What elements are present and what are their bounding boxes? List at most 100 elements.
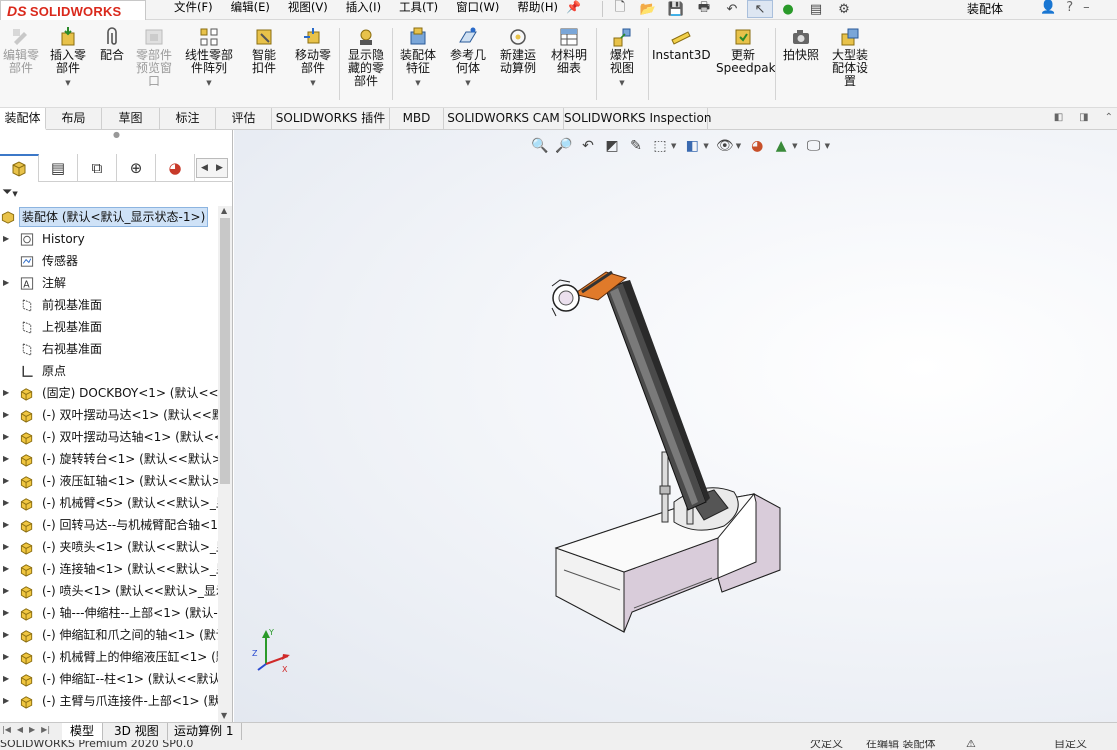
menu-tools[interactable]: 工具(T) — [390, 0, 447, 20]
expand-arrow-icon[interactable]: ▶ — [3, 580, 9, 602]
tree-node[interactable]: ▶ (-) 伸缩缸和爪之间的轴<1> (默认 — [0, 624, 218, 646]
last-tab-icon[interactable]: ▶| — [41, 725, 50, 734]
tree-node[interactable]: ▶ (-) 机械臂<5> (默认<<默认>_显 — [0, 492, 218, 514]
expand-arrow-icon[interactable]: ▶ — [3, 690, 9, 712]
expand-arrow-icon[interactable]: ▶ — [3, 272, 9, 294]
update-speedpak-button[interactable]: 更新Speedpak — [715, 26, 776, 75]
expand-arrow-icon[interactable]: ▶ — [3, 448, 9, 470]
tree-node[interactable]: 上视基准面 — [0, 316, 218, 338]
tree-node[interactable]: 前视基准面 — [0, 294, 218, 316]
tree-root-assembly[interactable]: 装配体 (默认<默认_显示状态-1>) — [0, 206, 218, 228]
expand-arrow-icon[interactable]: ▶ — [3, 602, 9, 624]
tab-3d-views[interactable]: 3D 视图 — [106, 723, 168, 741]
expand-arrow-icon[interactable]: ▶ — [3, 228, 9, 250]
tree-node[interactable]: ▶ (-) 旋转转台<1> (默认<<默认>_ — [0, 448, 218, 470]
manager-tab-scroll[interactable]: ◀ ▶ — [196, 158, 228, 178]
help-icon[interactable]: ? — [1066, 0, 1073, 15]
user-account-icon[interactable]: 👤 — [1040, 0, 1056, 15]
rebuild-traffic-light-icon[interactable]: ● — [775, 0, 801, 18]
new-document-icon[interactable]: 🗋 — [607, 0, 633, 18]
scroll-tabs-left-icon[interactable]: ◧ — [1054, 112, 1063, 123]
component-preview-button[interactable]: 零部件预览窗口 — [132, 26, 176, 88]
open-icon[interactable]: 📂 — [635, 0, 661, 18]
expand-arrow-icon[interactable]: ▶ — [3, 558, 9, 580]
tree-node[interactable]: ▶ (-) 轴---伸缩柱--上部<1> (默认- — [0, 602, 218, 624]
filter-button[interactable]: ⏷▼ — [2, 185, 18, 200]
first-tab-icon[interactable]: |◀ — [2, 725, 11, 734]
tree-node[interactable]: ▶ (固定) DOCKBOY<1> (默认<<默 — [0, 382, 218, 404]
tab-sketch[interactable]: 草图 — [102, 108, 160, 130]
file-properties-icon[interactable]: ▤ — [803, 0, 829, 18]
panel-grip-icon[interactable]: ● — [0, 130, 233, 152]
menu-help[interactable]: 帮助(H) — [508, 0, 567, 20]
tree-node[interactable]: ▶ (-) 液压缸轴<1> (默认<<默认>_ — [0, 470, 218, 492]
large-assembly-settings-button[interactable]: 大型装配体设置 — [828, 26, 872, 88]
tree-node[interactable]: ▶ (-) 双叶摆动马达<1> (默认<<默 — [0, 404, 218, 426]
tree-node[interactable]: ▶ History — [0, 228, 218, 250]
expand-arrow-icon[interactable]: ▶ — [3, 668, 9, 690]
smart-fasteners-button[interactable]: 智能扣件 — [243, 26, 285, 75]
scroll-tabs-right-icon[interactable]: ◨ — [1079, 112, 1088, 123]
tree-node[interactable]: 传感器 — [0, 250, 218, 272]
expand-arrow-icon[interactable]: ▶ — [3, 624, 9, 646]
new-motion-study-button[interactable]: 新建运动算例 — [496, 26, 540, 75]
tree-node[interactable]: ▶ (-) 双叶摆动马达轴<1> (默认<< — [0, 426, 218, 448]
tree-node[interactable]: ▶ (-) 伸缩缸--柱<1> (默认<<默认 — [0, 668, 218, 690]
tree-node[interactable]: ▶ A 注解 — [0, 272, 218, 294]
tab-mbd[interactable]: MBD — [390, 108, 444, 130]
status-rebuild-icon[interactable]: ⚠ — [966, 740, 976, 750]
tree-node[interactable]: ▶ (-) 连接轴<1> (默认<<默认>_显 — [0, 558, 218, 580]
select-pointer-icon[interactable]: ↖ — [747, 0, 773, 18]
exploded-view-button[interactable]: 爆炸视图 ▼ — [600, 26, 644, 90]
scroll-left-icon[interactable]: ◀ — [201, 163, 208, 173]
insert-components-button[interactable]: 插入零部件 ▼ — [46, 26, 90, 90]
tree-node[interactable]: ▶ (-) 机械臂上的伸缩液压缸<1> (默 — [0, 646, 218, 668]
expand-arrow-icon[interactable]: ▶ — [3, 404, 9, 426]
instant3d-button[interactable]: Instant3D — [652, 26, 711, 62]
expand-arrow-icon[interactable]: ▶ — [3, 470, 9, 492]
dimxpert-manager-tab[interactable]: ⊕ — [117, 154, 156, 182]
tab-solidworks-cam[interactable]: SOLIDWORKS CAM — [444, 108, 564, 130]
scrollbar-thumb[interactable] — [220, 218, 230, 484]
expand-arrow-icon[interactable]: ▶ — [3, 514, 9, 536]
expand-arrow-icon[interactable]: ▶ — [3, 536, 9, 558]
save-icon[interactable]: 💾 — [663, 0, 689, 18]
property-manager-tab[interactable]: ▤ — [39, 154, 78, 182]
tab-solidworks-addins[interactable]: SOLIDWORKS 插件 — [272, 108, 390, 130]
tree-node[interactable]: 右视基准面 — [0, 338, 218, 360]
feature-manager-tab[interactable] — [0, 154, 39, 182]
tree-node[interactable]: ▶ (-) 回转马达--与机械臂配合轴<1 — [0, 514, 218, 536]
tab-evaluate[interactable]: 评估 — [216, 108, 272, 130]
display-manager-tab[interactable]: ◕ — [156, 154, 195, 182]
tree-node[interactable]: ▶ (-) 主臂与爪连接件-上部<1> (默 — [0, 690, 218, 712]
scroll-up-icon[interactable]: ▲ — [221, 206, 227, 215]
bom-button[interactable]: 材料明细表 — [547, 26, 591, 75]
assembly-model-3d[interactable] — [234, 130, 1117, 722]
tab-markup[interactable]: 标注 — [160, 108, 216, 130]
menu-window[interactable]: 窗口(W) — [447, 0, 508, 20]
expand-arrow-icon[interactable]: ▶ — [3, 382, 9, 404]
collapse-ribbon-icon[interactable]: ⌃ — [1105, 112, 1113, 123]
next-tab-icon[interactable]: ▶ — [29, 725, 35, 734]
tree-scrollbar[interactable]: ▲ ▼ — [218, 206, 232, 722]
tab-assembly[interactable]: 装配体 — [0, 108, 46, 130]
scroll-right-icon[interactable]: ▶ — [216, 163, 223, 173]
expand-arrow-icon[interactable]: ▶ — [3, 646, 9, 668]
tree-node[interactable]: 原点 — [0, 360, 218, 382]
undo-icon[interactable]: ↶ — [719, 0, 745, 18]
assembly-features-button[interactable]: 装配体特征 ▼ — [396, 26, 440, 90]
menu-insert[interactable]: 插入(I) — [337, 0, 390, 20]
tab-solidworks-inspection[interactable]: SOLIDWORKS Inspection — [564, 108, 711, 130]
graphics-area[interactable]: 🔍 🔎 ↶ ◩ ✎ ⬚ ▼ ◧ ▼ 👁 ▼ ◕ ▲ ▼ 🖵 ▼ Y Z X — [234, 130, 1117, 722]
tab-motion-study-1[interactable]: 运动算例 1 — [166, 723, 243, 741]
options-gear-icon[interactable]: ⚙ — [831, 0, 857, 18]
linear-pattern-button[interactable]: 线性零部件阵列 ▼ — [181, 26, 237, 90]
solidworks-logo[interactable]: DS SOLIDWORKS — [0, 0, 146, 22]
minimize-icon[interactable]: – — [1083, 0, 1090, 15]
move-component-button[interactable]: 移动零部件 ▼ — [291, 26, 335, 90]
expand-arrow-icon[interactable]: ▶ — [3, 426, 9, 448]
scroll-down-icon[interactable]: ▼ — [221, 711, 227, 720]
configuration-manager-tab[interactable]: ⧉ — [78, 154, 117, 182]
show-hidden-components-button[interactable]: 显示隐藏的零部件 — [343, 26, 389, 88]
expand-arrow-icon[interactable]: ▶ — [3, 492, 9, 514]
